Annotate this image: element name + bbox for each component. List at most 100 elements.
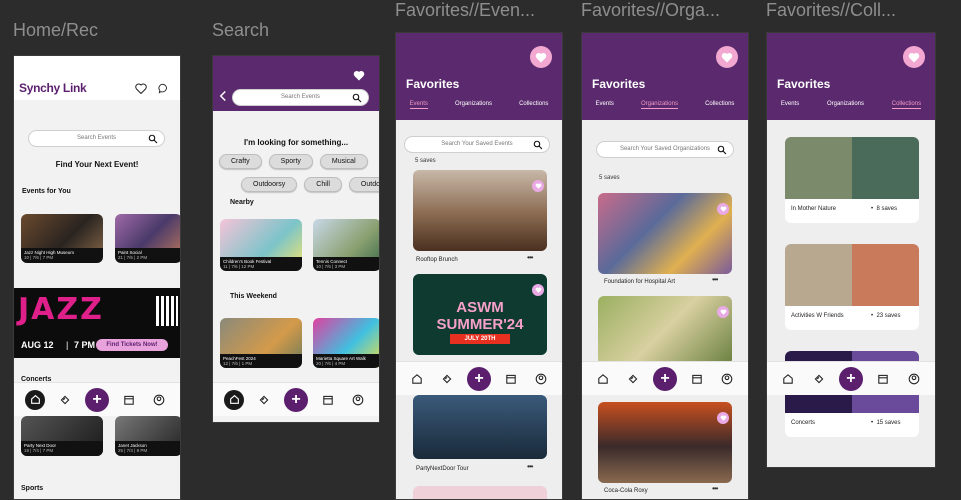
search-screen: Search Events I'm looking for something.… <box>212 55 380 423</box>
category-chip[interactable]: Outdoorsy <box>241 177 298 192</box>
profile-icon[interactable] <box>348 390 368 410</box>
calendar-icon[interactable] <box>501 369 521 389</box>
concert-card[interactable]: Janet Jackson 25 | 7/4 | 8 PM <box>115 441 180 456</box>
calendar-icon[interactable] <box>873 369 893 389</box>
home-icon[interactable] <box>778 369 798 389</box>
tab-organizations[interactable]: Organizations <box>455 101 492 109</box>
saved-event-card[interactable] <box>413 486 547 499</box>
ticket-icon[interactable] <box>254 390 274 410</box>
tab-events[interactable]: Events <box>781 101 799 109</box>
tab-events[interactable]: Events <box>596 101 614 109</box>
bottom-nav: + <box>582 361 748 395</box>
category-chip[interactable]: Musical <box>319 154 368 169</box>
search-icon <box>533 140 543 150</box>
fav-orgs-screen: Favorites Events Organizations Collectio… <box>581 32 749 500</box>
home-icon[interactable] <box>593 369 613 389</box>
heart-icon[interactable] <box>135 83 147 94</box>
saved-org-card[interactable] <box>598 296 732 365</box>
event-card[interactable]: Paint Social 21 | 7/6 | 2 PM <box>115 248 180 263</box>
heart-icon[interactable] <box>353 70 365 81</box>
collection-card[interactable]: In Mother Nature • 8 saves <box>785 137 919 223</box>
heart-icon[interactable] <box>532 180 544 192</box>
heart-icon[interactable] <box>530 46 552 68</box>
category-chip[interactable]: Crafty <box>219 154 262 169</box>
heart-icon[interactable] <box>717 412 729 424</box>
profile-icon[interactable] <box>531 369 551 389</box>
piano-graphic <box>156 296 178 326</box>
concert-card[interactable]: Party Next Door 19 | 7/4 | 7 PM <box>21 441 103 456</box>
saved-org-card[interactable] <box>598 193 732 274</box>
search-input[interactable]: Search Events <box>232 89 369 106</box>
search-input[interactable]: Search Your Saved Organizations <box>596 141 734 158</box>
category-chip[interactable]: Chill <box>304 177 342 192</box>
add-button[interactable]: + <box>653 366 677 391</box>
fav-header: Favorites Events Organizations Collectio… <box>767 33 935 120</box>
tab-collections[interactable]: Collections <box>519 101 548 109</box>
calendar-icon[interactable] <box>119 390 139 410</box>
search-input[interactable]: Search Your Saved Events <box>404 136 550 153</box>
ticket-icon[interactable] <box>809 369 829 389</box>
add-button[interactable]: + <box>85 387 109 412</box>
bottom-nav: + <box>396 361 562 395</box>
chat-icon[interactable] <box>158 83 169 94</box>
tab-collections[interactable]: Collections <box>891 101 922 109</box>
collection-name: Concerts <box>791 420 816 426</box>
jazz-banner[interactable]: JAZZ AUG 12 | 7 PM Find Tickets Now! <box>14 288 180 358</box>
event-card[interactable]: PeachFest 2024 12 | 7/6 | 1 PM <box>220 354 302 368</box>
more-icon[interactable]: ••• <box>712 484 718 493</box>
event-card[interactable]: Children's Book Festival 11 | 7/6 | 12 P… <box>220 257 302 271</box>
profile-icon[interactable] <box>717 369 737 389</box>
event-caption: Rooftop Brunch <box>416 257 458 263</box>
category-chip[interactable]: Outdo <box>348 177 379 192</box>
heart-icon[interactable] <box>532 284 544 296</box>
aswm-date: JULY 20TH <box>450 334 510 344</box>
fav-header: Favorites Events Organizations Collectio… <box>396 33 562 120</box>
collection-name: In Mother Nature <box>791 206 837 212</box>
chip-row: Crafty Sporty Musical <box>219 154 368 169</box>
page-title: Favorites <box>592 77 646 91</box>
event-card[interactable]: Jazz Night High Museum 10 | 7/6 | 7 PM <box>21 248 103 263</box>
add-button[interactable]: + <box>838 366 863 391</box>
search-input[interactable]: Search Events <box>28 130 165 147</box>
heart-icon[interactable] <box>716 46 738 68</box>
tab-collections[interactable]: Collections <box>705 101 734 109</box>
event-card[interactable]: Tennis Connect 10 | 7/6 | 3 PM <box>313 257 379 271</box>
add-button[interactable]: + <box>467 366 491 391</box>
more-icon[interactable]: ••• <box>527 253 533 262</box>
saves-count: 5 saves <box>599 175 620 181</box>
home-icon[interactable] <box>25 389 45 410</box>
category-chip[interactable]: Sporty <box>268 154 313 169</box>
search-header: Search Events <box>213 56 379 111</box>
home-icon[interactable] <box>224 389 244 410</box>
ticket-icon[interactable] <box>623 369 643 389</box>
more-icon[interactable]: ••• <box>712 275 718 284</box>
heart-icon[interactable] <box>717 203 729 215</box>
saved-event-card[interactable] <box>413 170 547 251</box>
collection-count: • 23 saves <box>871 313 901 319</box>
profile-icon[interactable] <box>904 369 924 389</box>
add-button[interactable]: + <box>284 387 308 412</box>
tab-organizations[interactable]: Organizations <box>640 101 678 109</box>
fav-tabs: Events Organizations Collections <box>396 101 562 109</box>
search-icon <box>717 145 727 155</box>
calendar-icon[interactable] <box>318 390 338 410</box>
more-icon[interactable]: ••• <box>527 462 533 471</box>
calendar-icon[interactable] <box>687 369 707 389</box>
saved-org-card[interactable] <box>598 402 732 483</box>
back-arrow-icon[interactable] <box>219 90 227 102</box>
org-caption: Foundation for Hospital Art <box>604 279 676 285</box>
tab-organizations[interactable]: Organizations <box>827 101 864 109</box>
tab-events[interactable]: Events <box>409 101 428 109</box>
heart-icon[interactable] <box>717 306 729 318</box>
heart-icon[interactable] <box>903 46 925 68</box>
ticket-icon[interactable] <box>55 390 75 410</box>
saved-event-card[interactable] <box>413 395 547 459</box>
ticket-icon[interactable] <box>437 369 457 389</box>
chip-row: Outdoorsy Chill Outdo <box>241 177 379 192</box>
profile-icon[interactable] <box>149 390 169 410</box>
find-tickets-button[interactable]: Find Tickets Now! <box>96 339 168 351</box>
saved-event-card[interactable]: ASWM SUMMER'24 JULY 20TH <box>413 274 547 355</box>
event-card[interactable]: Marietta Square Art Walk 20 | 7/6 | 4 PM <box>313 354 379 368</box>
home-icon[interactable] <box>407 369 427 389</box>
collection-card[interactable]: Activities W Friends • 23 saves <box>785 244 919 330</box>
